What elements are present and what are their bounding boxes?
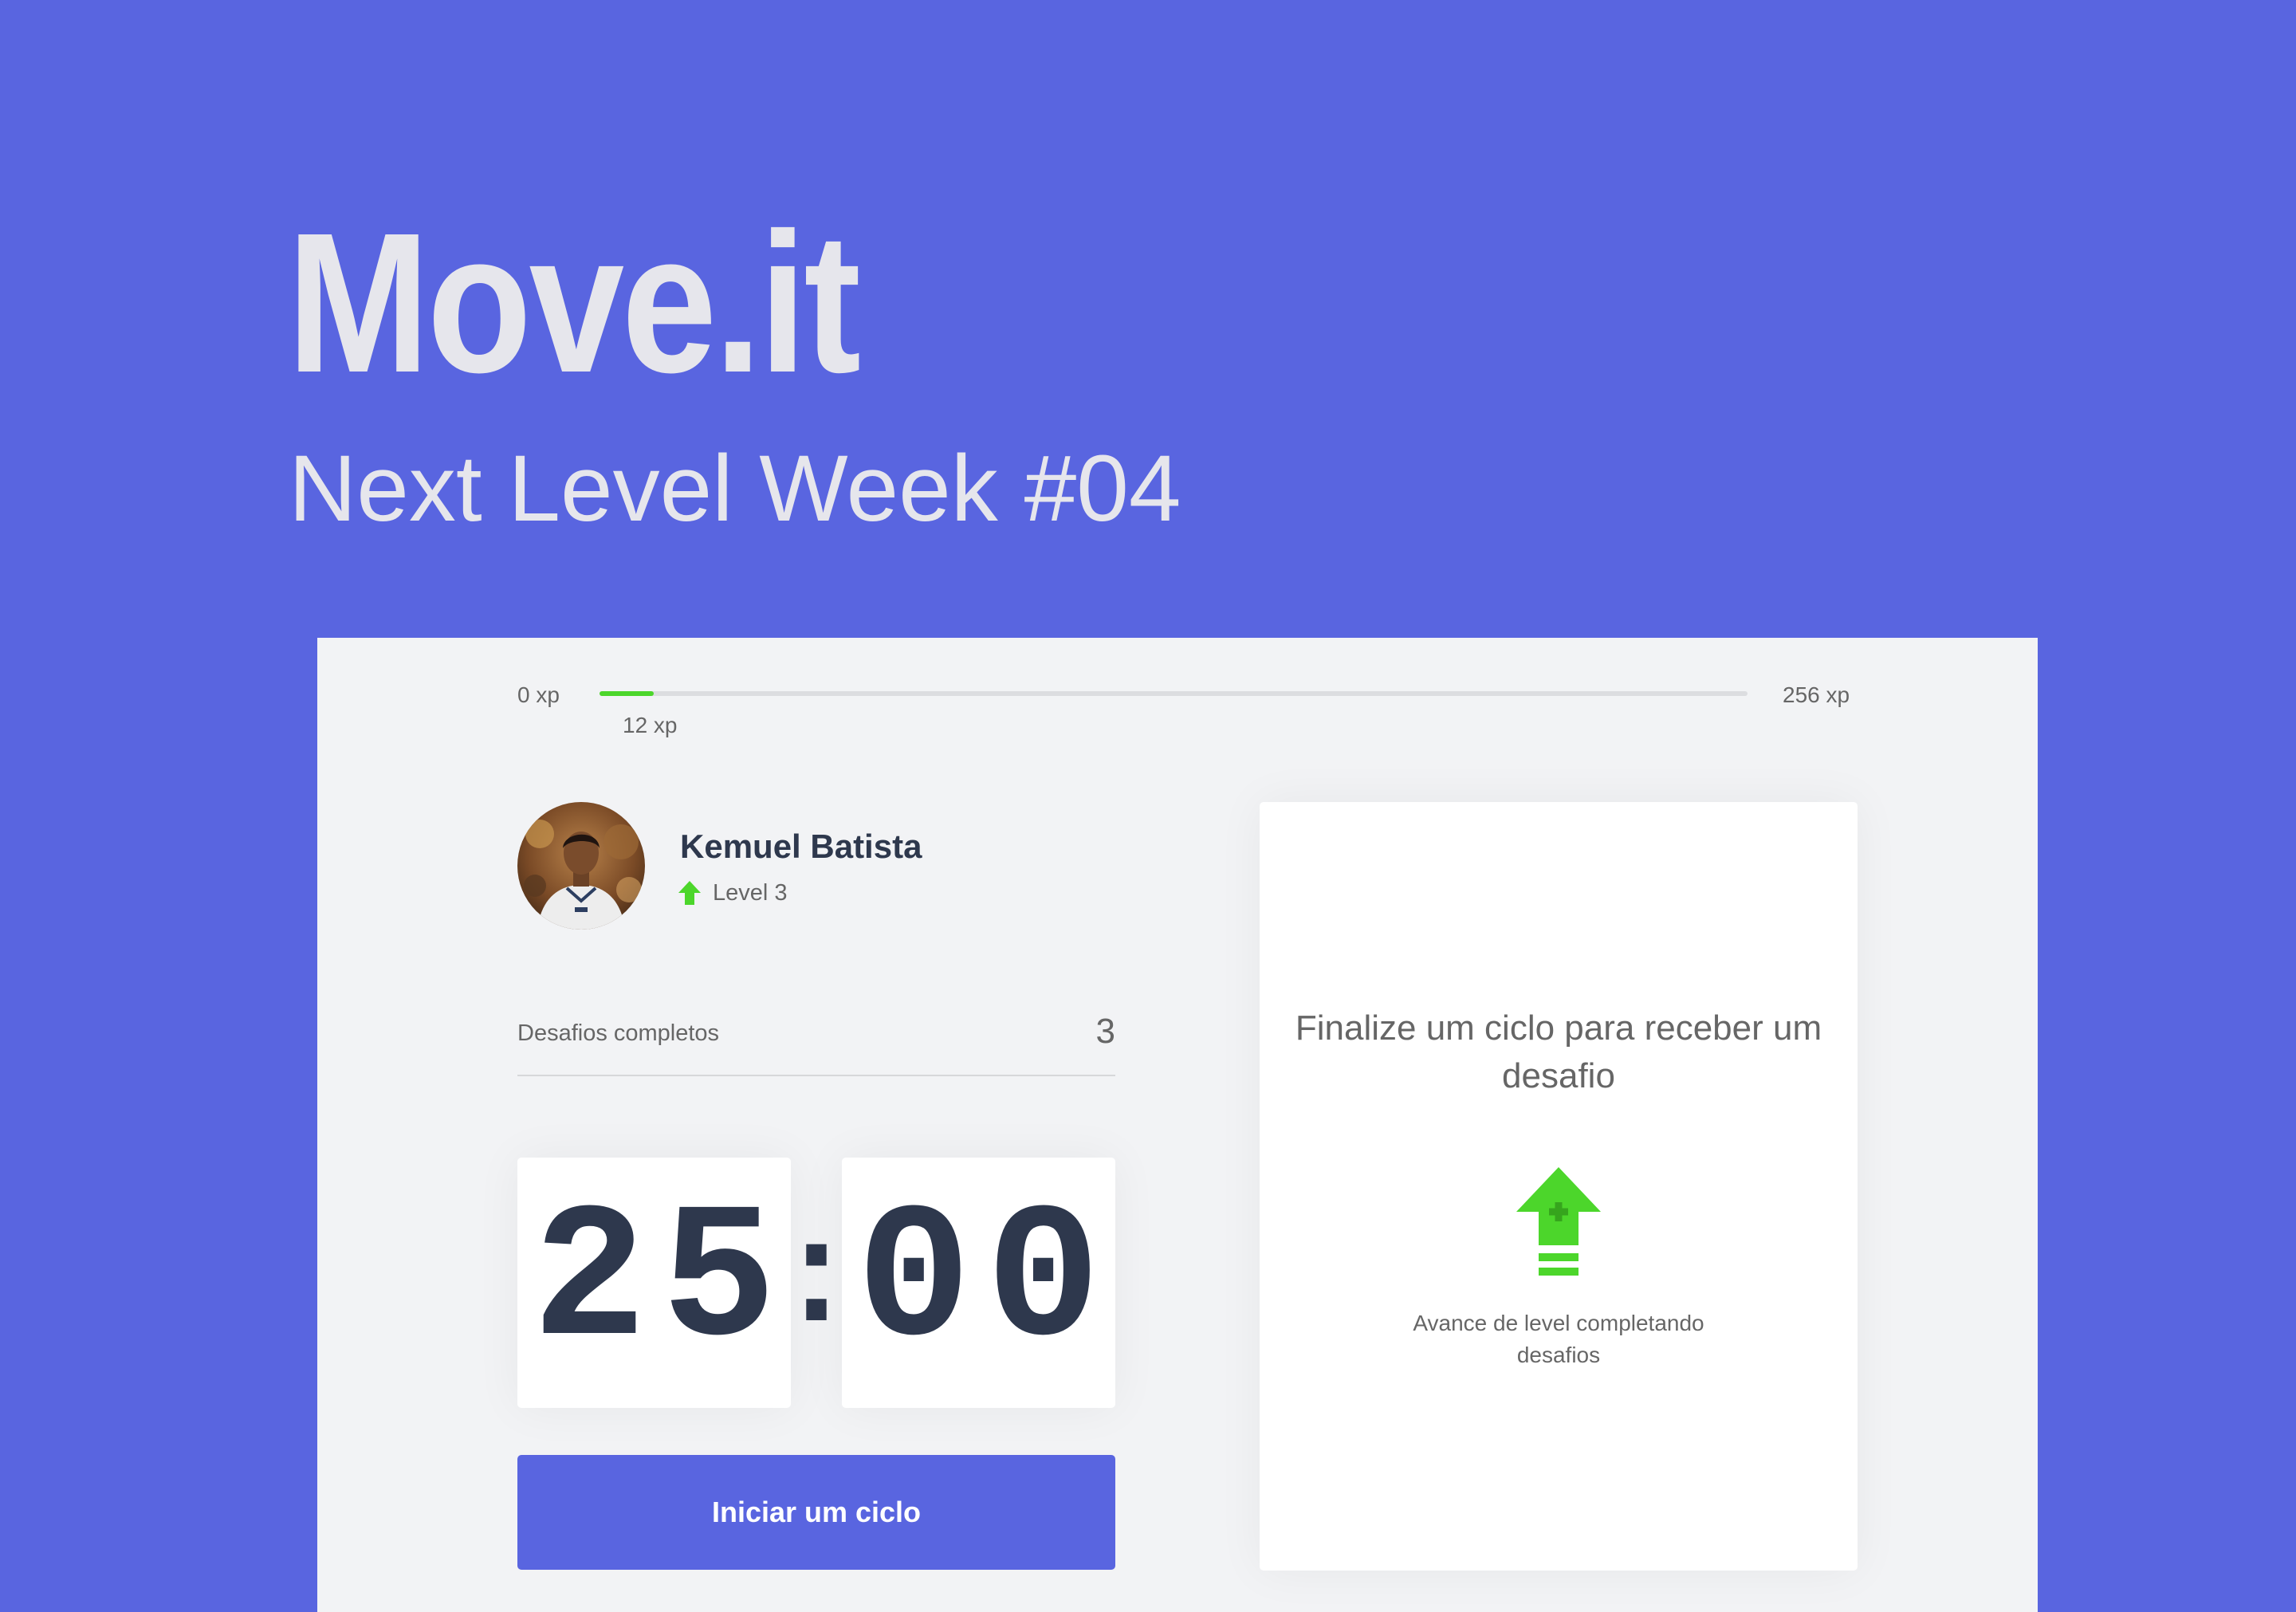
- experience-bar-fill: [600, 691, 654, 696]
- level-up-icon: [1515, 1166, 1602, 1285]
- app-window: 0 xp 12 xp 256 xp Kemuel Batista Level 3…: [317, 638, 2038, 1612]
- challenge-box-title: Finalize um ciclo para receber um desafi…: [1295, 1008, 1822, 1095]
- challenge-box-hint: Avance de level completando desafios: [1413, 1311, 1704, 1367]
- countdown-separator: :: [773, 1201, 860, 1364]
- seconds-tens-digit: 0: [856, 1174, 972, 1391]
- xp-max-label: 256 xp: [1783, 682, 1850, 707]
- countdown: 2 5 : 0 0: [517, 1158, 1115, 1408]
- challenge-box: Finalize um ciclo para receber um desafi…: [1260, 802, 1858, 1571]
- app-subtitle: Next Level Week #04: [289, 436, 1181, 541]
- xp-current-label: 12 xp: [623, 713, 678, 737]
- countdown-seconds: 0 0: [842, 1158, 1115, 1408]
- level-label: Level 3: [713, 880, 788, 906]
- level-up-arrow-icon: [678, 880, 702, 906]
- start-cycle-button[interactable]: Iniciar um ciclo: [517, 1455, 1115, 1570]
- app-title: Move.it: [287, 191, 861, 414]
- minutes-tens-digit: 2: [532, 1174, 647, 1391]
- countdown-minutes: 2 5: [517, 1158, 791, 1408]
- completed-challenges-count: 3: [1095, 1012, 1115, 1051]
- experience-bar: [600, 691, 1748, 696]
- seconds-ones-digit: 0: [985, 1174, 1101, 1391]
- minutes-ones-digit: 5: [661, 1174, 776, 1391]
- completed-challenges-label: Desafios completos: [517, 1020, 720, 1046]
- avatar: [517, 802, 645, 930]
- xp-min-label: 0 xp: [517, 682, 560, 707]
- completed-challenges: Desafios completos 3: [517, 989, 1115, 1076]
- profile-name: Kemuel Batista: [680, 828, 922, 865]
- profile-level: Level 3: [678, 877, 788, 909]
